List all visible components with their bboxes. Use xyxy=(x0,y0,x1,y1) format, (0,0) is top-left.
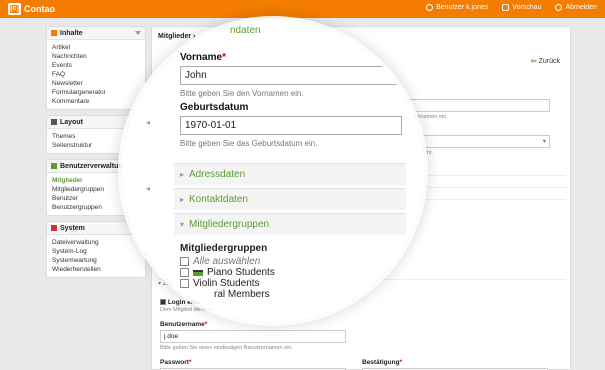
group-checkbox[interactable] xyxy=(180,279,189,288)
nav-group-title[interactable]: Inhalte xyxy=(47,27,145,40)
group-option-label: ral Members xyxy=(214,289,270,300)
password-label: Passwort xyxy=(160,359,189,366)
group-option-piano[interactable]: Piano Students xyxy=(180,267,275,278)
firstname-field: Vorname* John Bitte geben Sie den Vornam… xyxy=(180,52,402,98)
group-option-general[interactable]: ral Members xyxy=(214,289,270,300)
gender-select[interactable]: ▾ xyxy=(404,135,550,148)
group-option-violin[interactable]: Violin Students xyxy=(180,278,260,289)
select-all-checkbox[interactable] xyxy=(180,257,189,266)
group-title-label: System xyxy=(60,224,85,232)
back-button[interactable]: ⇦ Zurück xyxy=(530,57,560,66)
firstname-hint: Bitte geben Sie den Vornamen ein. xyxy=(180,89,304,98)
sidebar-item-kommentare[interactable]: Kommentare xyxy=(52,97,140,106)
logout-link-label: Abmelden xyxy=(565,4,597,11)
preview-link[interactable]: Vorschau xyxy=(502,4,541,11)
lastname-hint: en Nachnamen ein. xyxy=(400,114,448,120)
section-kontaktdaten-label: Kontaktdaten xyxy=(189,194,248,205)
select-all-option[interactable]: Alle auswählen xyxy=(180,256,260,267)
section-kontaktdaten[interactable]: ▸ Kontaktdaten xyxy=(174,188,406,210)
collapse-icon[interactable] xyxy=(135,31,141,35)
content-icon xyxy=(51,30,57,36)
top-header: [c] Contao Benutzer k.jones Vorschau Abm… xyxy=(0,0,605,18)
nav-group-content: Inhalte Artikel Nachrichten Events FAQ N… xyxy=(46,26,146,110)
user-icon xyxy=(426,4,434,11)
sidebar-item-artikel[interactable]: Artikel xyxy=(52,43,140,52)
system-icon xyxy=(51,225,57,231)
firstname-label: Vorname xyxy=(180,52,223,63)
group-option-label: Piano Students xyxy=(207,267,275,278)
section-mitgliedergruppen[interactable]: ▾ Mitgliedergruppen xyxy=(174,213,406,235)
sidebar-item-formulargenerator[interactable]: Formulargenerator xyxy=(52,88,140,97)
sidebar-item-newsletter[interactable]: Newsletter xyxy=(52,79,140,88)
lastname-input[interactable] xyxy=(404,99,550,112)
layout-icon xyxy=(51,119,57,125)
login-checkbox[interactable] xyxy=(160,299,166,306)
dob-field: Geburtsdatum 1970-01-01 Bitte geben Sie … xyxy=(180,102,402,148)
username-field: Benutzername* j.doe Bitte geben Sie eine… xyxy=(160,321,346,351)
caret-right-icon: ▸ xyxy=(180,195,185,204)
username-label: Benutzername xyxy=(160,321,205,328)
required-mark: * xyxy=(188,359,192,366)
firstname-input[interactable]: John xyxy=(180,66,402,85)
preview-link-label: Vorschau xyxy=(512,4,542,11)
section-adressdaten-label: Adressdaten xyxy=(189,169,246,180)
page-title: Mitglieder › xyxy=(158,33,196,40)
magnifier-lens: ndaten ◂ ◂ Vorname* John Bitte geben Sie… xyxy=(122,20,424,322)
caret-right-icon: ▸ xyxy=(180,170,185,179)
groups-label: Mitgliedergruppen xyxy=(180,243,268,254)
contao-logo[interactable]: [c] Contao xyxy=(8,3,55,15)
lens-section-title: ndaten xyxy=(230,25,261,36)
sidebar-item-systemwartung[interactable]: Systemwartung xyxy=(52,256,140,265)
group-title-label: Layout xyxy=(60,118,83,126)
section-mitgliedergruppen-label: Mitgliedergruppen xyxy=(189,219,270,230)
chevron-down-icon: ▾ xyxy=(542,138,546,145)
section-adressdaten[interactable]: ▸ Adressdaten xyxy=(174,163,406,185)
caret-right-icon: ◂ xyxy=(146,184,151,193)
confirm-label: Bestätigung xyxy=(362,359,400,366)
logout-link[interactable]: Abmelden xyxy=(555,4,597,11)
sidebar-item-nachrichten[interactable]: Nachrichten xyxy=(52,52,140,61)
password-field: Passwort* xyxy=(160,359,346,370)
nav-group-title[interactable]: System xyxy=(47,222,145,235)
sidebar-item-faq[interactable]: FAQ xyxy=(52,70,140,79)
required-mark: * xyxy=(222,52,226,63)
user-link-label: Benutzer k.jones xyxy=(436,4,489,11)
dob-hint: Bitte geben Sie das Geburtsdatum ein. xyxy=(180,139,318,148)
power-icon xyxy=(555,4,563,11)
dob-input[interactable]: 1970-01-01 xyxy=(180,116,402,135)
header-nav: Benutzer k.jones Vorschau Abmelden xyxy=(426,4,597,11)
nav-group-system: System Dateiverwaltung System-Log System… xyxy=(46,221,146,278)
sidebar-item-wiederherstellen[interactable]: Wiederherstellen xyxy=(52,265,140,274)
sidebar-item-dateiverwaltung[interactable]: Dateiverwaltung xyxy=(52,238,140,247)
required-mark: * xyxy=(399,359,403,366)
username-hint: Bitte geben Sie einen eindeutigen Benutz… xyxy=(160,345,294,351)
confirm-field: Bestätigung* xyxy=(362,359,548,370)
sidebar-item-system-log[interactable]: System-Log xyxy=(52,247,140,256)
gender-field-bg: ▾ Geschlecht. xyxy=(404,135,550,156)
caret-right-icon: ◂ xyxy=(146,118,151,127)
drag-handle-icon[interactable] xyxy=(193,269,203,276)
dob-label: Geburtsdatum xyxy=(180,102,249,113)
user-link[interactable]: Benutzer k.jones xyxy=(426,4,488,11)
username-input[interactable]: j.doe xyxy=(160,330,346,343)
back-arrow-icon: ⇦ xyxy=(530,58,537,65)
select-all-label: Alle auswählen xyxy=(193,256,261,267)
group-checkbox[interactable] xyxy=(180,268,189,277)
required-mark: * xyxy=(204,321,208,328)
group-option-label: Violin Students xyxy=(193,278,260,289)
back-label: Zurück xyxy=(538,57,560,65)
brand-name: Contao xyxy=(24,4,55,14)
users-icon xyxy=(51,163,57,169)
monitor-icon xyxy=(502,4,510,11)
lastname-field-bg: en Nachnamen ein. xyxy=(400,99,550,120)
group-title-label: Inhalte xyxy=(60,29,83,37)
sidebar-item-events[interactable]: Events xyxy=(52,61,140,70)
caret-down-icon: ▾ xyxy=(180,220,185,229)
logo-mark: [c] xyxy=(8,3,21,15)
gender-hint: Geschlecht. xyxy=(404,150,550,156)
group-title-label: Benutzerverwaltung xyxy=(60,162,127,170)
